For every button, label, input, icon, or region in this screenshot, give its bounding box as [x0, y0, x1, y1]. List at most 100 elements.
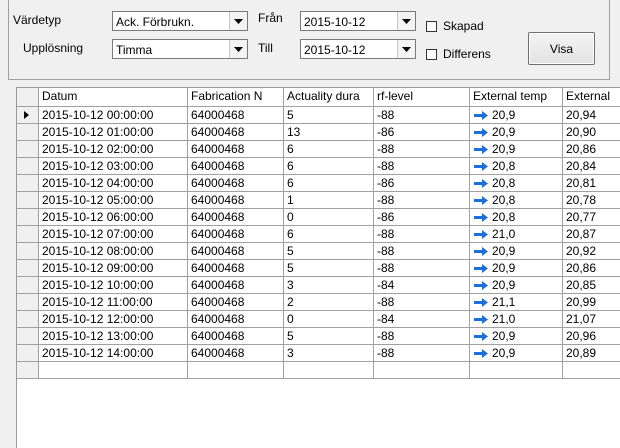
cell-rf-level[interactable]: -86 [374, 175, 470, 192]
row-header[interactable] [17, 345, 39, 362]
cell-datum[interactable]: 2015-10-12 05:00:00 [39, 192, 188, 209]
table-row[interactable]: 2015-10-12 03:00:00 64000468 6 -88 20,8 20,84 [17, 158, 620, 175]
table-row[interactable]: 2015-10-12 00:00:00 64000468 5 -88 20,9 20,94 [17, 107, 620, 124]
cell-datum[interactable]: 2015-10-12 08:00:00 [39, 243, 188, 260]
cell-external[interactable] [563, 362, 620, 379]
row-header[interactable] [17, 158, 39, 175]
cell-rf-level[interactable] [374, 362, 470, 379]
cell-external-temp[interactable]: 20,9 [470, 328, 563, 345]
cell-external-temp[interactable]: 20,9 [470, 124, 563, 141]
cell-external[interactable]: 20,89 [563, 345, 620, 362]
row-header[interactable] [17, 260, 39, 277]
cell-actuality-duration[interactable]: 6 [284, 226, 374, 243]
row-header[interactable] [17, 124, 39, 141]
cell-fabrication-number[interactable]: 64000468 [188, 124, 284, 141]
table-row[interactable]: 2015-10-12 06:00:00 64000468 0 -86 20,8 20,77 [17, 209, 620, 226]
cell-datum[interactable]: 2015-10-12 12:00:00 [39, 311, 188, 328]
cell-fabrication-number[interactable]: 64000468 [188, 158, 284, 175]
cell-external[interactable]: 20,96 [563, 328, 620, 345]
cell-datum[interactable]: 2015-10-12 00:00:00 [39, 107, 188, 124]
till-date-picker[interactable]: 2015-10-12 [300, 39, 416, 59]
cell-fabrication-number[interactable] [188, 362, 284, 379]
cell-fabrication-number[interactable]: 64000468 [188, 243, 284, 260]
row-header[interactable] [17, 328, 39, 345]
row-header[interactable] [17, 192, 39, 209]
cell-external-temp[interactable]: 21,0 [470, 311, 563, 328]
cell-datum[interactable]: 2015-10-12 14:00:00 [39, 345, 188, 362]
table-row[interactable]: 2015-10-12 05:00:00 64000468 1 -88 20,8 20,78 [17, 192, 620, 209]
cell-actuality-duration[interactable]: 0 [284, 311, 374, 328]
column-header-actuality-duration[interactable]: Actuality dura [284, 88, 374, 107]
row-header[interactable] [17, 107, 39, 124]
cell-external[interactable]: 20,85 [563, 277, 620, 294]
checkbox-box[interactable] [426, 48, 437, 60]
cell-actuality-duration[interactable]: 6 [284, 141, 374, 158]
chevron-down-icon[interactable] [229, 12, 247, 30]
cell-actuality-duration[interactable]: 5 [284, 328, 374, 345]
cell-external[interactable]: 20,78 [563, 192, 620, 209]
row-header[interactable] [17, 226, 39, 243]
row-header[interactable] [17, 243, 39, 260]
cell-external[interactable]: 20,99 [563, 294, 620, 311]
fran-date-picker[interactable]: 2015-10-12 [300, 11, 416, 31]
cell-rf-level[interactable]: -88 [374, 192, 470, 209]
cell-external[interactable]: 20,81 [563, 175, 620, 192]
cell-datum[interactable] [39, 362, 188, 379]
cell-external[interactable]: 20,94 [563, 107, 620, 124]
checkbox-box[interactable] [426, 20, 437, 32]
cell-external[interactable]: 20,86 [563, 141, 620, 158]
cell-rf-level[interactable]: -84 [374, 277, 470, 294]
cell-rf-level[interactable]: -88 [374, 260, 470, 277]
table-row[interactable]: 2015-10-12 08:00:00 64000468 5 -88 20,9 20,92 [17, 243, 620, 260]
cell-actuality-duration[interactable]: 1 [284, 192, 374, 209]
table-row[interactable]: 2015-10-12 09:00:00 64000468 5 -88 20,9 20,86 [17, 260, 620, 277]
cell-actuality-duration[interactable]: 5 [284, 107, 374, 124]
cell-external-temp[interactable]: 20,9 [470, 107, 563, 124]
upplosning-select[interactable]: Timma [112, 39, 248, 59]
cell-external-temp[interactable]: 20,9 [470, 345, 563, 362]
cell-datum[interactable]: 2015-10-12 07:00:00 [39, 226, 188, 243]
cell-fabrication-number[interactable]: 64000468 [188, 311, 284, 328]
cell-rf-level[interactable]: -88 [374, 158, 470, 175]
cell-fabrication-number[interactable]: 64000468 [188, 345, 284, 362]
cell-fabrication-number[interactable]: 64000468 [188, 141, 284, 158]
cell-external[interactable]: 20,77 [563, 209, 620, 226]
cell-external-temp[interactable]: 20,9 [470, 243, 563, 260]
cell-rf-level[interactable]: -88 [374, 107, 470, 124]
cell-actuality-duration[interactable]: 3 [284, 277, 374, 294]
cell-external-temp[interactable]: 20,9 [470, 260, 563, 277]
cell-rf-level[interactable]: -88 [374, 226, 470, 243]
cell-rf-level[interactable]: -86 [374, 209, 470, 226]
cell-rf-level[interactable]: -88 [374, 345, 470, 362]
table-row[interactable]: 2015-10-12 01:00:00 64000468 13 -86 20,9 20,9… [17, 124, 620, 141]
row-header[interactable] [17, 294, 39, 311]
cell-rf-level[interactable]: -88 [374, 328, 470, 345]
cell-rf-level[interactable]: -84 [374, 311, 470, 328]
cell-fabrication-number[interactable]: 64000468 [188, 260, 284, 277]
cell-actuality-duration[interactable]: 0 [284, 209, 374, 226]
row-header[interactable] [17, 141, 39, 158]
chevron-down-icon[interactable] [397, 40, 415, 58]
cell-actuality-duration[interactable]: 5 [284, 243, 374, 260]
row-header-corner[interactable] [17, 88, 39, 107]
cell-fabrication-number[interactable]: 64000468 [188, 294, 284, 311]
cell-external-temp[interactable]: 20,9 [470, 141, 563, 158]
cell-datum[interactable]: 2015-10-12 09:00:00 [39, 260, 188, 277]
cell-actuality-duration[interactable]: 5 [284, 260, 374, 277]
cell-fabrication-number[interactable]: 64000468 [188, 175, 284, 192]
cell-external-temp[interactable]: 20,8 [470, 209, 563, 226]
cell-rf-level[interactable]: -86 [374, 124, 470, 141]
cell-external-temp[interactable]: 20,8 [470, 192, 563, 209]
cell-datum[interactable]: 2015-10-12 11:00:00 [39, 294, 188, 311]
row-header[interactable] [17, 311, 39, 328]
table-row[interactable]: 2015-10-12 04:00:00 64000468 6 -86 20,8 20,81 [17, 175, 620, 192]
cell-actuality-duration[interactable]: 2 [284, 294, 374, 311]
table-row[interactable]: 2015-10-12 13:00:00 64000468 5 -88 20,9 20,96 [17, 328, 620, 345]
row-header[interactable] [17, 277, 39, 294]
cell-external-temp[interactable]: 20,9 [470, 277, 563, 294]
table-row[interactable]: 2015-10-12 10:00:00 64000468 3 -84 20,9 20,85 [17, 277, 620, 294]
table-row-empty[interactable] [17, 362, 620, 379]
cell-fabrication-number[interactable]: 64000468 [188, 209, 284, 226]
cell-actuality-duration[interactable]: 6 [284, 175, 374, 192]
cell-external-temp[interactable]: 21,0 [470, 226, 563, 243]
